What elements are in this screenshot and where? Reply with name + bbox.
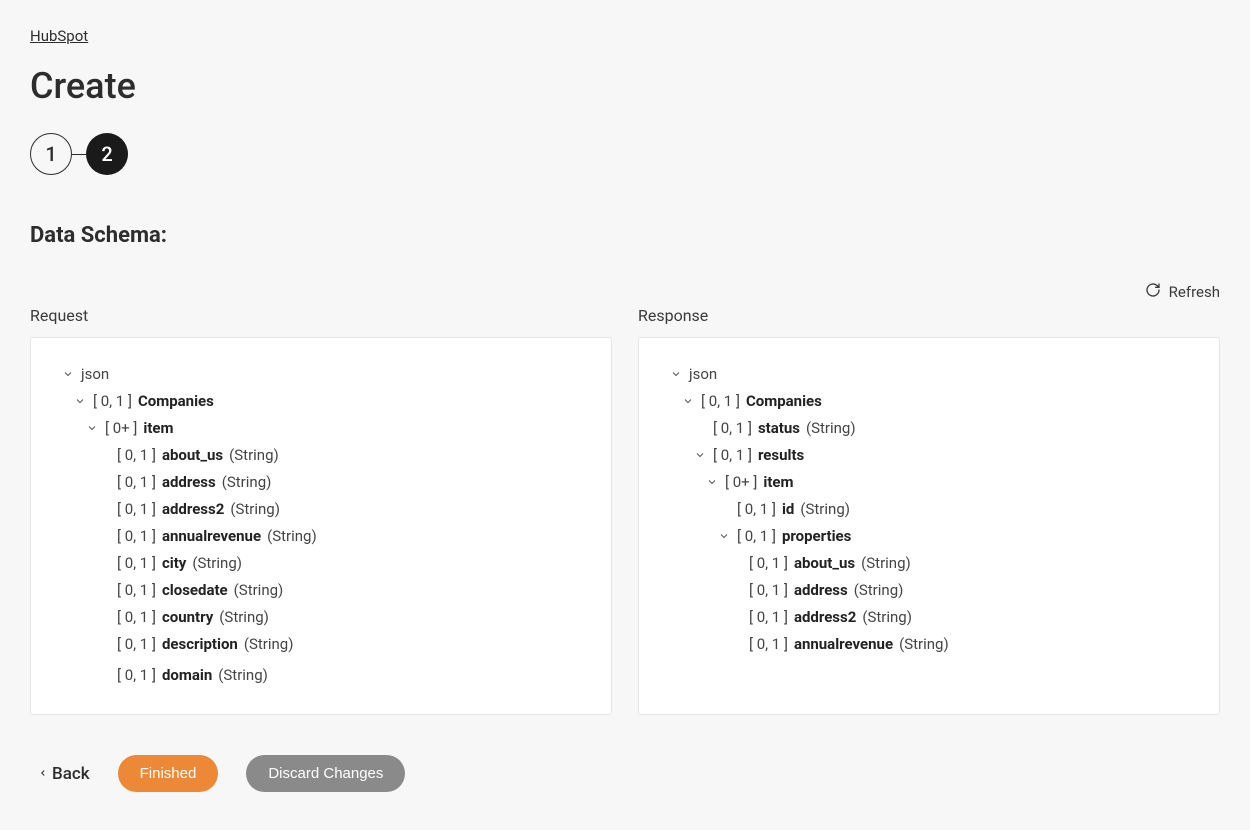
panel-fade xyxy=(639,686,1219,714)
back-button[interactable]: Back xyxy=(38,764,90,784)
tree-node-field[interactable]: [ 0, 1 ]domain(String) xyxy=(49,661,593,688)
tree-node-field[interactable]: [ 0, 1 ]annualrevenue(String) xyxy=(657,630,1201,657)
chevron-down-icon[interactable] xyxy=(85,421,99,435)
tree-node-field[interactable]: [ 0, 1 ]description(String) xyxy=(49,630,593,657)
tree-node-json[interactable]: json xyxy=(49,360,593,387)
stepper: 1 2 xyxy=(30,133,1220,175)
tree-node-field[interactable]: [ 0, 1 ]closedate(String) xyxy=(49,576,593,603)
tree-node-field[interactable]: [ 0, 1 ]address2(String) xyxy=(49,495,593,522)
tree-node-field[interactable]: [ 0, 1 ]about_us(String) xyxy=(49,441,593,468)
chevron-down-icon[interactable] xyxy=(693,448,707,462)
tree-node-field[interactable]: [ 0, 1 ]address2(String) xyxy=(657,603,1201,630)
refresh-label: Refresh xyxy=(1169,283,1220,301)
tree-node-companies[interactable]: [ 0, 1 ] Companies xyxy=(49,387,593,414)
step-2[interactable]: 2 xyxy=(86,133,128,175)
refresh-icon xyxy=(1145,282,1161,302)
tree-node-results[interactable]: [ 0, 1 ] results xyxy=(657,441,1201,468)
tree-node-json[interactable]: json xyxy=(657,360,1201,387)
chevron-down-icon[interactable] xyxy=(705,475,719,489)
section-title: Data Schema: xyxy=(30,223,1220,248)
tree-node-item[interactable]: [ 0+ ] item xyxy=(657,468,1201,495)
page-title: Create xyxy=(30,65,1220,107)
step-1[interactable]: 1 xyxy=(30,133,72,175)
discard-changes-button[interactable]: Discard Changes xyxy=(246,755,405,792)
tree-node-field[interactable]: [ 0, 1 ]about_us(String) xyxy=(657,549,1201,576)
chevron-left-icon xyxy=(38,764,48,784)
tree-node-field[interactable]: [ 0, 1 ]annualrevenue(String) xyxy=(49,522,593,549)
chevron-down-icon[interactable] xyxy=(61,367,75,381)
panel-fade xyxy=(31,686,611,714)
finished-button[interactable]: Finished xyxy=(118,755,219,792)
tree-node-companies[interactable]: [ 0, 1 ] Companies xyxy=(657,387,1201,414)
tree-node-properties[interactable]: [ 0, 1 ] properties xyxy=(657,522,1201,549)
response-title: Response xyxy=(638,306,1220,325)
refresh-button[interactable]: Refresh xyxy=(1145,282,1220,302)
tree-node-id[interactable]: [ 0, 1 ] id (String) xyxy=(657,495,1201,522)
tree-node-field[interactable]: [ 0, 1 ]city(String) xyxy=(49,549,593,576)
tree-node-status[interactable]: [ 0, 1 ] status (String) xyxy=(657,414,1201,441)
chevron-down-icon[interactable] xyxy=(73,394,87,408)
request-title: Request xyxy=(30,306,612,325)
tree-node-field[interactable]: [ 0, 1 ]address(String) xyxy=(49,468,593,495)
tree-node-field[interactable]: [ 0, 1 ]address(String) xyxy=(657,576,1201,603)
chevron-down-icon[interactable] xyxy=(669,367,683,381)
chevron-down-icon[interactable] xyxy=(681,394,695,408)
chevron-down-icon[interactable] xyxy=(717,529,731,543)
step-connector xyxy=(72,154,86,155)
tree-node-item[interactable]: [ 0+ ] item xyxy=(49,414,593,441)
response-panel: json [ 0, 1 ] Companies [ 0, 1 ] status … xyxy=(638,337,1220,715)
tree-node-field[interactable]: [ 0, 1 ]country(String) xyxy=(49,603,593,630)
breadcrumb[interactable]: HubSpot xyxy=(30,27,88,45)
request-panel: json [ 0, 1 ] Companies [ 0+ ] item [ 0,… xyxy=(30,337,612,715)
